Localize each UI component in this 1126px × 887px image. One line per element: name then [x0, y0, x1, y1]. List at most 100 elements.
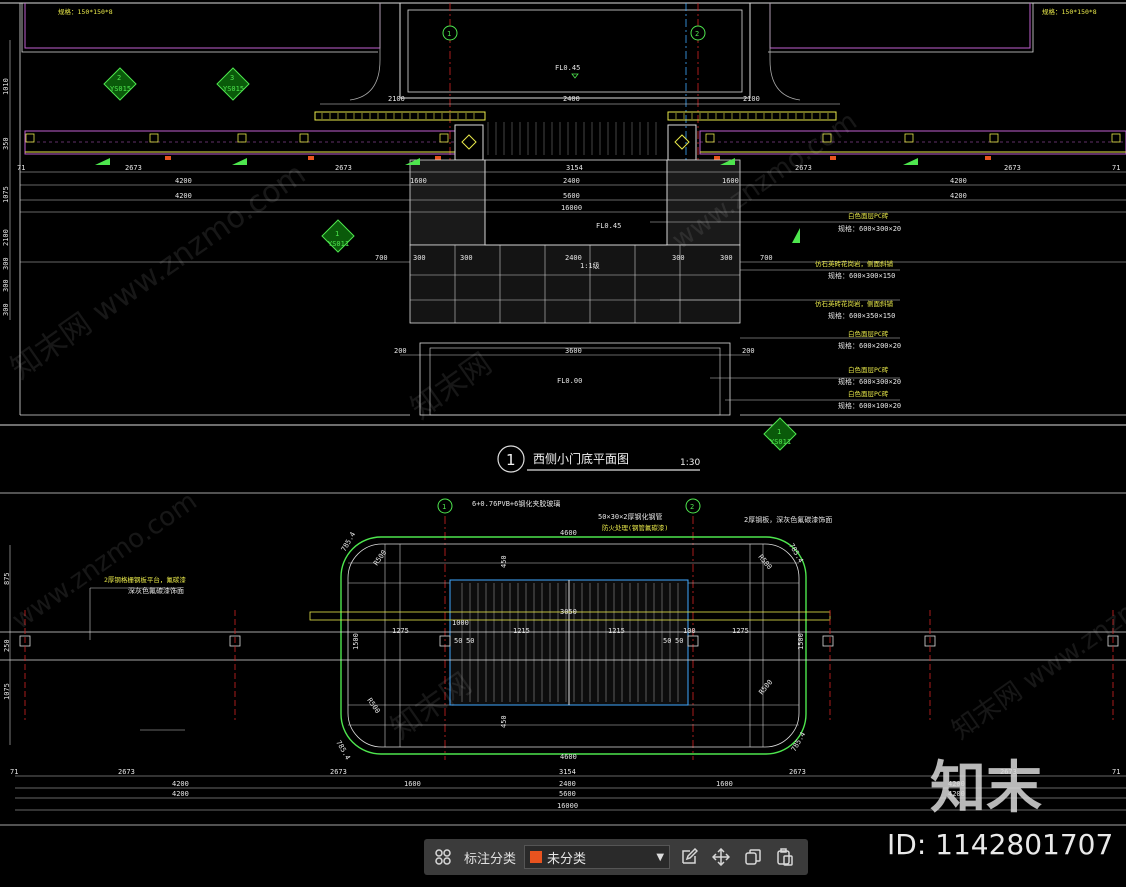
annotation-toolbar: 标注分类 未分类 ▼: [424, 839, 808, 875]
note-0-spec: 规格：600×300×20: [838, 224, 901, 233]
edit-icon[interactable]: [676, 844, 702, 870]
copy-icon[interactable]: [740, 844, 766, 870]
dim-top-1: 2400: [563, 95, 580, 103]
category-label: 标注分类: [464, 851, 517, 867]
dim-r2-0: 4200: [175, 177, 192, 185]
move-icon[interactable]: [708, 844, 734, 870]
dim-r1-1: 2673: [125, 164, 142, 172]
grid-icon[interactable]: [430, 844, 456, 870]
b-dim-r3-0: 4200: [172, 790, 189, 798]
dim-r1-0: 71: [17, 164, 25, 172]
b-dim-total: 16000: [557, 802, 578, 810]
dim-total-top: 16000: [561, 204, 582, 212]
grid-2-label: 2: [695, 30, 699, 38]
dim-small-1: 100: [683, 627, 696, 635]
dim-r1-2: 2673: [335, 164, 352, 172]
note-left2: 深灰色氟碳漆饰面: [128, 586, 184, 595]
dim-small-4: 50: [663, 637, 671, 645]
dim-r4-6: 700: [760, 254, 773, 262]
step-label: 1:1级: [580, 261, 600, 270]
dim-r1-3: 3154: [566, 164, 583, 172]
note-steel2: 防火处理(钢管氟碳漆): [602, 523, 668, 532]
left-dim-6: 300: [2, 303, 10, 316]
b-dim-r1-4: 2673: [789, 768, 806, 776]
image-id-label: ID: 1142801707: [887, 828, 1114, 861]
site-logo-watermark: 知末: [930, 752, 1060, 822]
dim-mid-0: 1275: [392, 627, 409, 635]
b-dim-r1-6: 71: [1112, 768, 1120, 776]
dim-top-0: 2100: [388, 95, 405, 103]
dim-r3-0: 4200: [175, 192, 192, 200]
svg-text:1: 1: [335, 230, 339, 238]
note-5-spec: 规格：600×100×20: [838, 401, 901, 410]
dim-r3-2: 4200: [950, 192, 967, 200]
dim-small-2: 50: [454, 637, 462, 645]
b-left-dim-2: 1075: [3, 683, 11, 700]
svg-text:1: 1: [777, 428, 781, 436]
b-dim-r2-2: 2400: [559, 780, 576, 788]
title-scale: 1:30: [680, 458, 700, 468]
dim-r1-6: 71: [1112, 164, 1120, 172]
grid-1-label: 1: [447, 30, 451, 38]
note-0-title: 白色面层PC砖: [848, 211, 889, 220]
dim-1600-left: 1600: [410, 177, 427, 185]
dim-r4-1: 300: [413, 254, 426, 262]
b-left-dim-0: 875: [3, 572, 11, 585]
left-dim-2: 1075: [2, 186, 10, 203]
dim-mid-1: 1215: [513, 627, 530, 635]
category-color-swatch: [530, 851, 543, 863]
dim-mid-2: 1215: [608, 627, 625, 635]
dim-mid-3: 1275: [732, 627, 749, 635]
b-grid-1: 1: [442, 503, 446, 511]
svg-text:YS011: YS011: [328, 240, 349, 248]
left-dim-4: 300: [2, 257, 10, 270]
dim-4600-bot: 4600: [560, 753, 577, 761]
dim-r4-3: 2400: [565, 254, 582, 262]
dim-vert-0: 450: [500, 555, 508, 568]
dim-4600-top: 4600: [560, 529, 577, 537]
category-select-value: 未分类: [547, 851, 587, 867]
paste-icon[interactable]: [772, 844, 798, 870]
left-dim-0: 1010: [2, 78, 10, 95]
b-left-dim-1: 250: [3, 639, 11, 652]
svg-text:3: 3: [230, 74, 234, 82]
b-dim-r2-1: 1600: [404, 780, 421, 788]
note-left: 2厚钢格栅钢板平台，氟碳漆: [104, 575, 186, 584]
b-grid-2: 2: [690, 503, 694, 511]
b-dim-r1-2: 2673: [330, 768, 347, 776]
dim-top-2: 2100: [743, 95, 760, 103]
svg-text:YS015: YS015: [110, 85, 131, 93]
note-4-title: 白色面层PC砖: [848, 365, 889, 374]
note-2-spec: 规格：600×350×150: [828, 311, 895, 320]
note-4-spec: 规格：600×300×20: [838, 377, 901, 386]
note-3-title: 白色面层PC砖: [848, 329, 889, 338]
b-dim-r2-3: 1600: [716, 780, 733, 788]
dim-r4-0: 700: [375, 254, 388, 262]
dim-r5-2: 200: [742, 347, 755, 355]
dim-small-3: 50: [466, 637, 474, 645]
b-dim-r3-1: 5600: [559, 790, 576, 798]
dim-small-5: 50: [675, 637, 683, 645]
fl-top: FL0.45: [555, 64, 580, 72]
side-dim-1: 1500: [797, 633, 805, 650]
dim-r4-2: 300: [460, 254, 473, 262]
b-dim-r1-0: 71: [10, 768, 18, 776]
svg-text:知末: 知末: [930, 756, 1042, 821]
spec-left: 规格：150*150*8: [58, 7, 113, 16]
category-select[interactable]: 未分类 ▼: [524, 845, 671, 869]
svg-text:YS015: YS015: [223, 85, 244, 93]
svg-text:YS011: YS011: [770, 438, 791, 446]
title-number: 1: [506, 451, 516, 469]
dim-vert-1: 450: [500, 715, 508, 728]
note-glass: 6+0.76PVB+6钢化夹胶玻璃: [472, 499, 560, 508]
b-dim-r1-1: 2673: [118, 768, 135, 776]
dim-r4-5: 300: [720, 254, 733, 262]
dim-r5-1: 3600: [565, 347, 582, 355]
note-1-title: 仿石英砖花岗岩，侧面斜铺: [815, 259, 894, 268]
dim-r1-5: 2673: [1004, 164, 1021, 172]
fl-bottom: FL0.00: [557, 377, 582, 385]
dim-r3-1: 5600: [563, 192, 580, 200]
b-dim-r1-3: 3154: [559, 768, 576, 776]
spec-right: 规格：150*150*8: [1042, 7, 1097, 16]
note-2-title: 仿石英砖花岗岩，侧面斜铺: [815, 299, 894, 308]
